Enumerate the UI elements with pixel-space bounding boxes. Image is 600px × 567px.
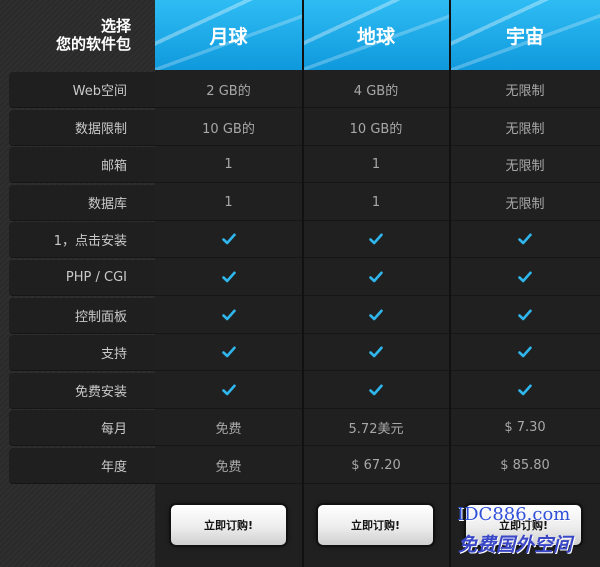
column-divider (449, 0, 451, 567)
feature-cell (303, 259, 449, 296)
plan-header-earth: 地球 (303, 0, 449, 70)
feature-label: 每月 (9, 410, 155, 446)
check-icon (518, 271, 532, 283)
heading-line-1: 选择 (100, 17, 131, 35)
heading-line-2: 您的软件包 (55, 35, 131, 53)
check-icon (518, 384, 532, 396)
feature-value: 无限制 (450, 184, 600, 221)
feature-value: 10 GB的 (303, 109, 449, 146)
feature-label: 数据限制 (9, 110, 155, 146)
feature-label: 1，点击安装 (9, 222, 155, 258)
check-icon (369, 346, 383, 358)
feature-label: 免费安装 (9, 373, 155, 409)
feature-label: 邮箱 (9, 147, 155, 183)
feature-cell (155, 221, 302, 258)
choose-package-heading: 选择 您的软件包 (0, 0, 155, 70)
pricing-table: 选择 您的软件包 月球 地球 宇宙 Web空间 2 GB的 4 GB的 无限制 数据限制… (0, 0, 600, 567)
order-now-button-moon[interactable]: 立即订购! (171, 505, 286, 545)
feature-value: 1 (303, 146, 449, 183)
check-icon (221, 346, 236, 358)
feature-cell (155, 297, 302, 334)
feature-value: 1 (155, 146, 302, 183)
feature-label: 年度 (9, 448, 155, 484)
feature-value: 2 GB的 (155, 71, 302, 108)
feature-cell (303, 221, 449, 258)
feature-cell (303, 334, 449, 371)
feature-value: 无限制 (450, 71, 600, 108)
plan-header-universe: 宇宙 (450, 0, 600, 70)
feature-cell (450, 259, 600, 296)
feature-value: 4 GB的 (303, 71, 449, 108)
feature-value: $ 85.80 (450, 447, 600, 484)
feature-label: 数据库 (9, 185, 155, 221)
feature-label: PHP / CGI (9, 260, 155, 296)
feature-value: 无限制 (450, 109, 600, 146)
check-icon (369, 309, 383, 321)
feature-cell (155, 259, 302, 296)
feature-cell (450, 334, 600, 371)
plan-name: 月球 (209, 25, 248, 48)
check-icon (221, 271, 236, 283)
check-icon (369, 233, 383, 245)
order-now-button-earth[interactable]: 立即订购! (318, 505, 433, 545)
feature-cell (303, 372, 449, 409)
feature-value: 无限制 (450, 146, 600, 183)
feature-value: 5.72美元 (303, 409, 449, 446)
watermark-domain: IDC886.com (457, 504, 571, 525)
feature-label: Web空间 (9, 72, 155, 108)
feature-value: $ 7.30 (450, 409, 600, 446)
check-icon (518, 346, 532, 358)
check-icon (369, 384, 383, 396)
feature-cell (155, 372, 302, 409)
feature-cell (155, 334, 302, 371)
order-now-label: 立即订购! (350, 519, 401, 532)
check-icon (369, 271, 383, 283)
feature-value: $ 67.20 (303, 447, 449, 484)
check-icon (518, 233, 532, 245)
feature-label: 支持 (9, 335, 155, 371)
check-icon (221, 309, 236, 321)
feature-value: 1 (303, 184, 449, 221)
watermark-slogan: 免费国外空间 (458, 534, 573, 556)
feature-value: 10 GB的 (155, 109, 302, 146)
plan-name: 宇宙 (505, 25, 544, 48)
feature-cell (450, 372, 600, 409)
column-divider (302, 0, 304, 567)
feature-cell (450, 221, 600, 258)
order-now-label: 立即订购! (203, 519, 254, 532)
feature-value: 免费 (155, 409, 302, 446)
feature-cell (303, 297, 449, 334)
feature-value: 1 (155, 184, 302, 221)
check-icon (518, 309, 532, 321)
plan-header-moon: 月球 (155, 0, 302, 70)
plan-name: 地球 (356, 25, 395, 48)
feature-label: 控制面板 (9, 298, 155, 334)
feature-value: 免费 (155, 447, 302, 484)
check-icon (221, 233, 236, 245)
feature-cell (450, 297, 600, 334)
check-icon (221, 384, 236, 396)
